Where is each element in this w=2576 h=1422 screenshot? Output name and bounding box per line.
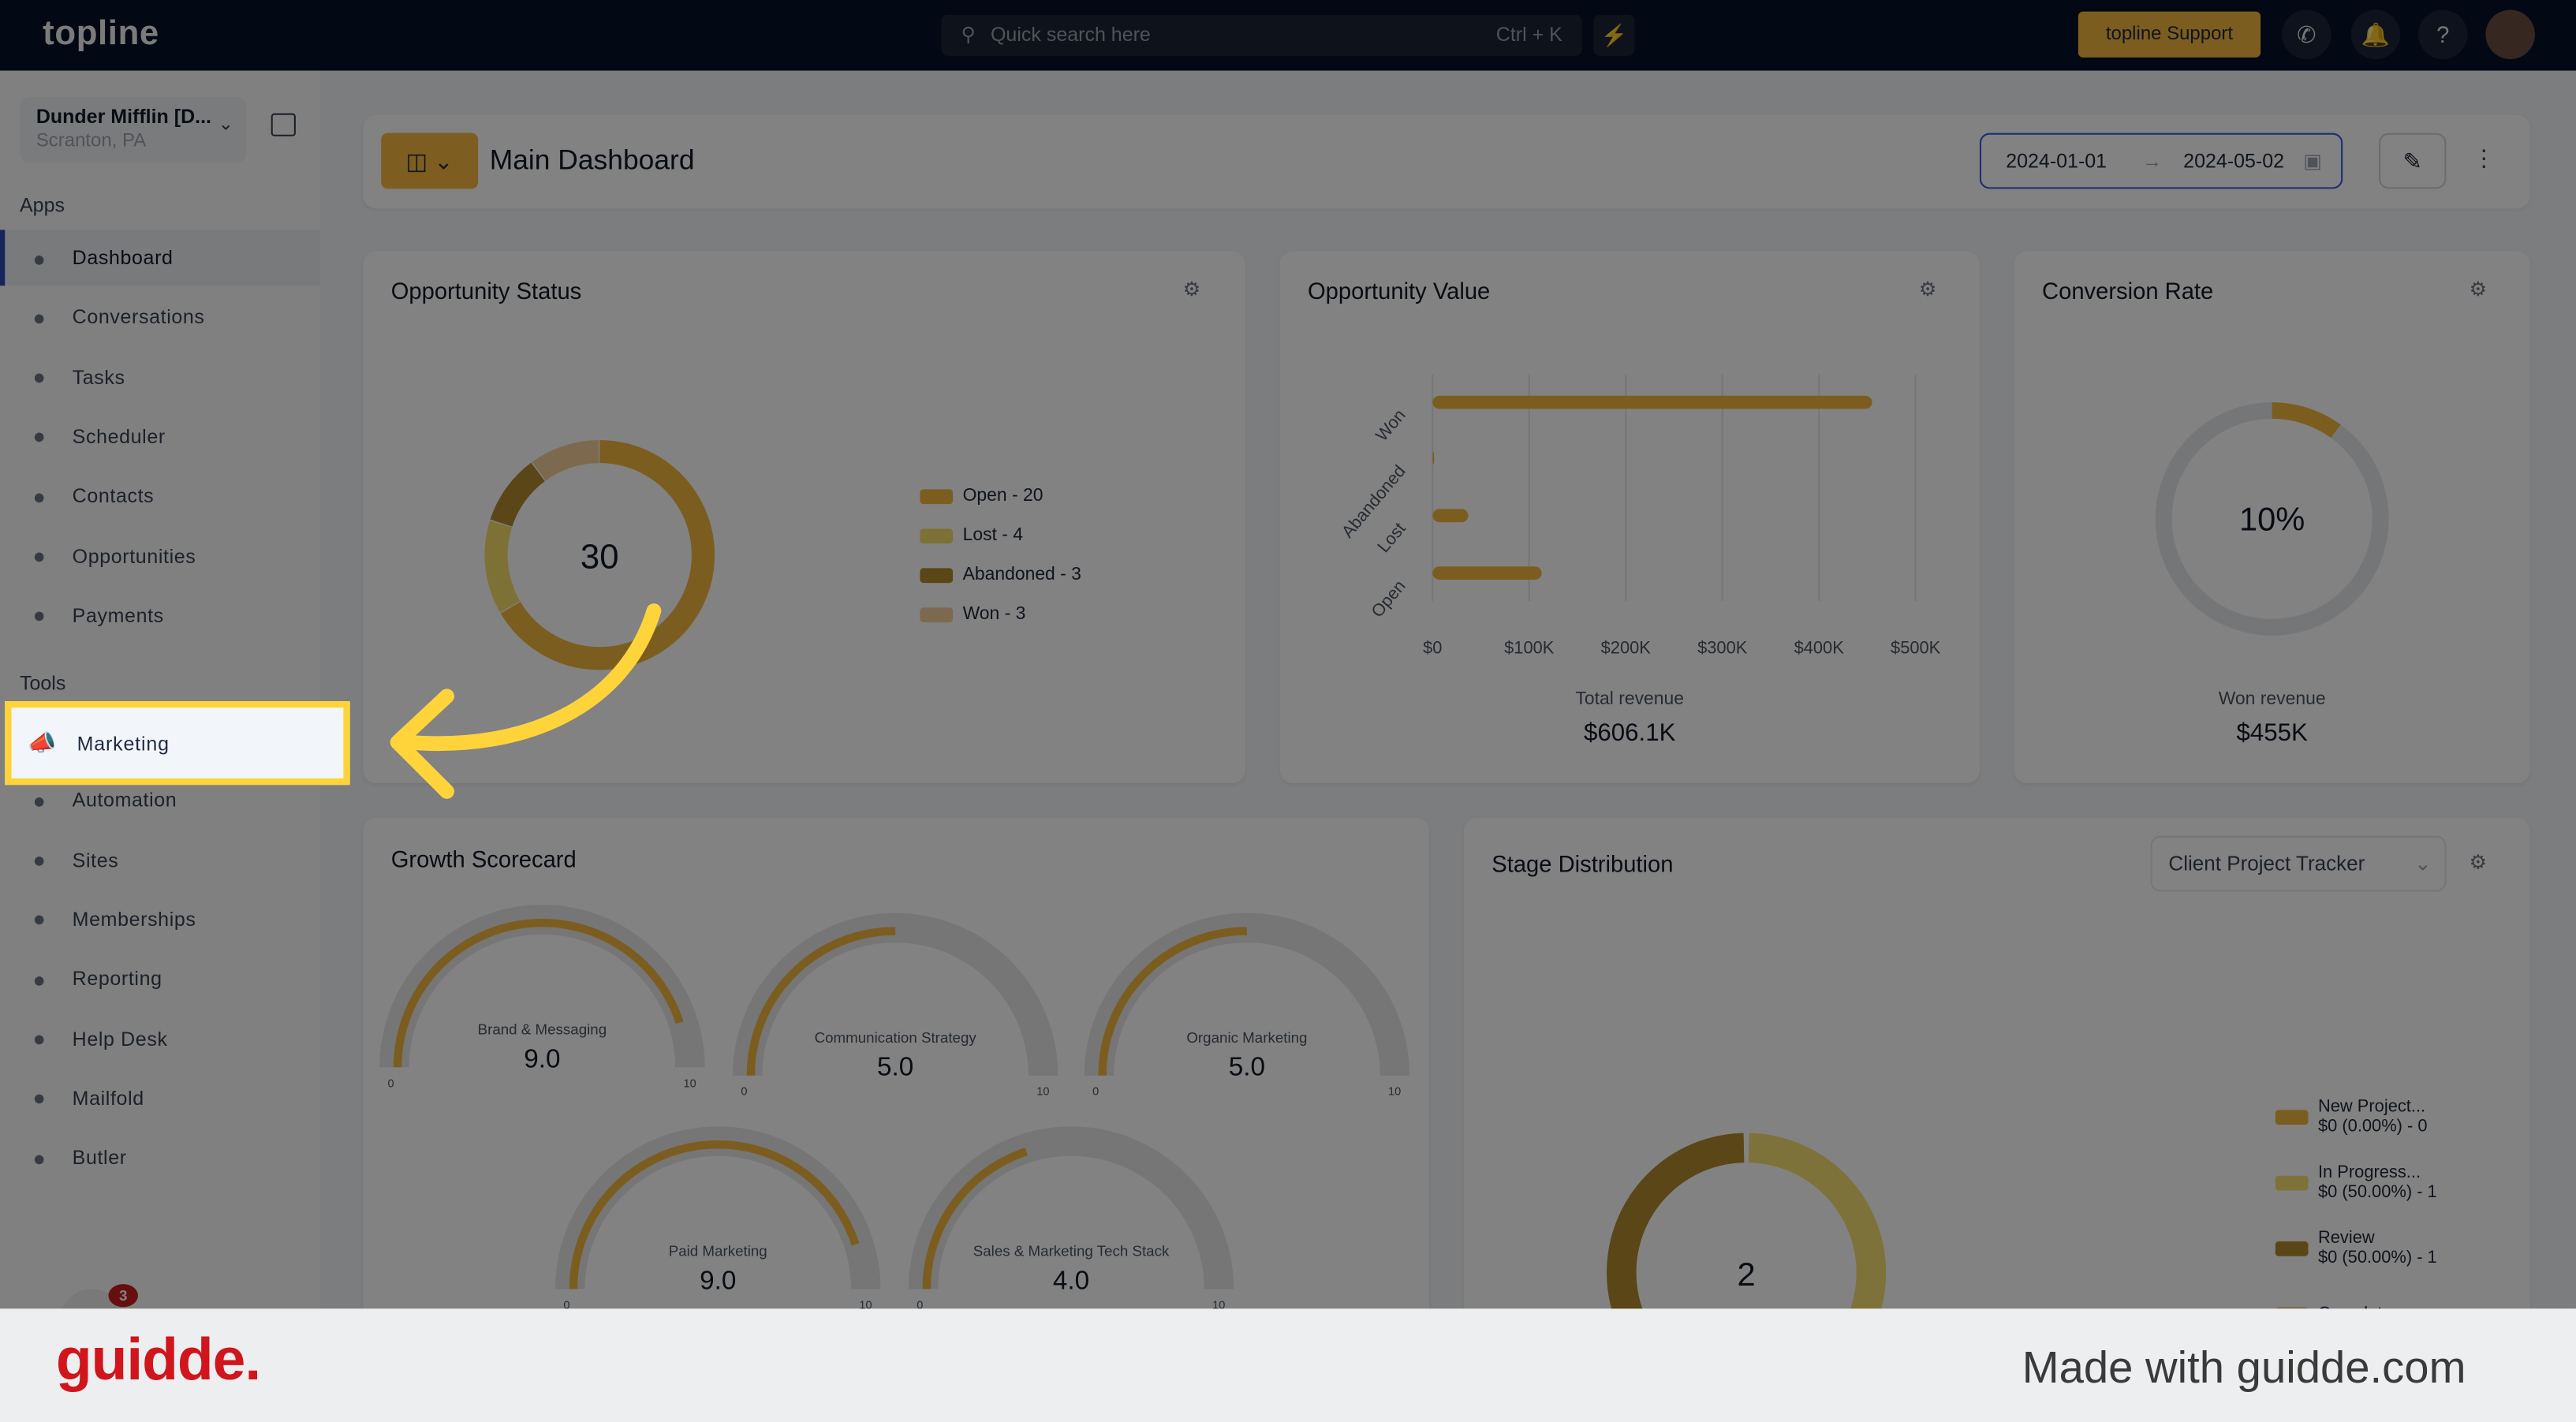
footer-tagline: Made with guidde.com (2022, 1343, 2466, 1393)
app: topline ⚲ Quick search here Ctrl + K ⚡ t… (0, 0, 2576, 1422)
callout-arrow (390, 603, 662, 799)
arrow-curve (400, 603, 662, 752)
guidde-logo: guidde. (55, 1325, 261, 1393)
guidde-footer: guidde. Made with guidde.com (0, 1308, 2576, 1422)
